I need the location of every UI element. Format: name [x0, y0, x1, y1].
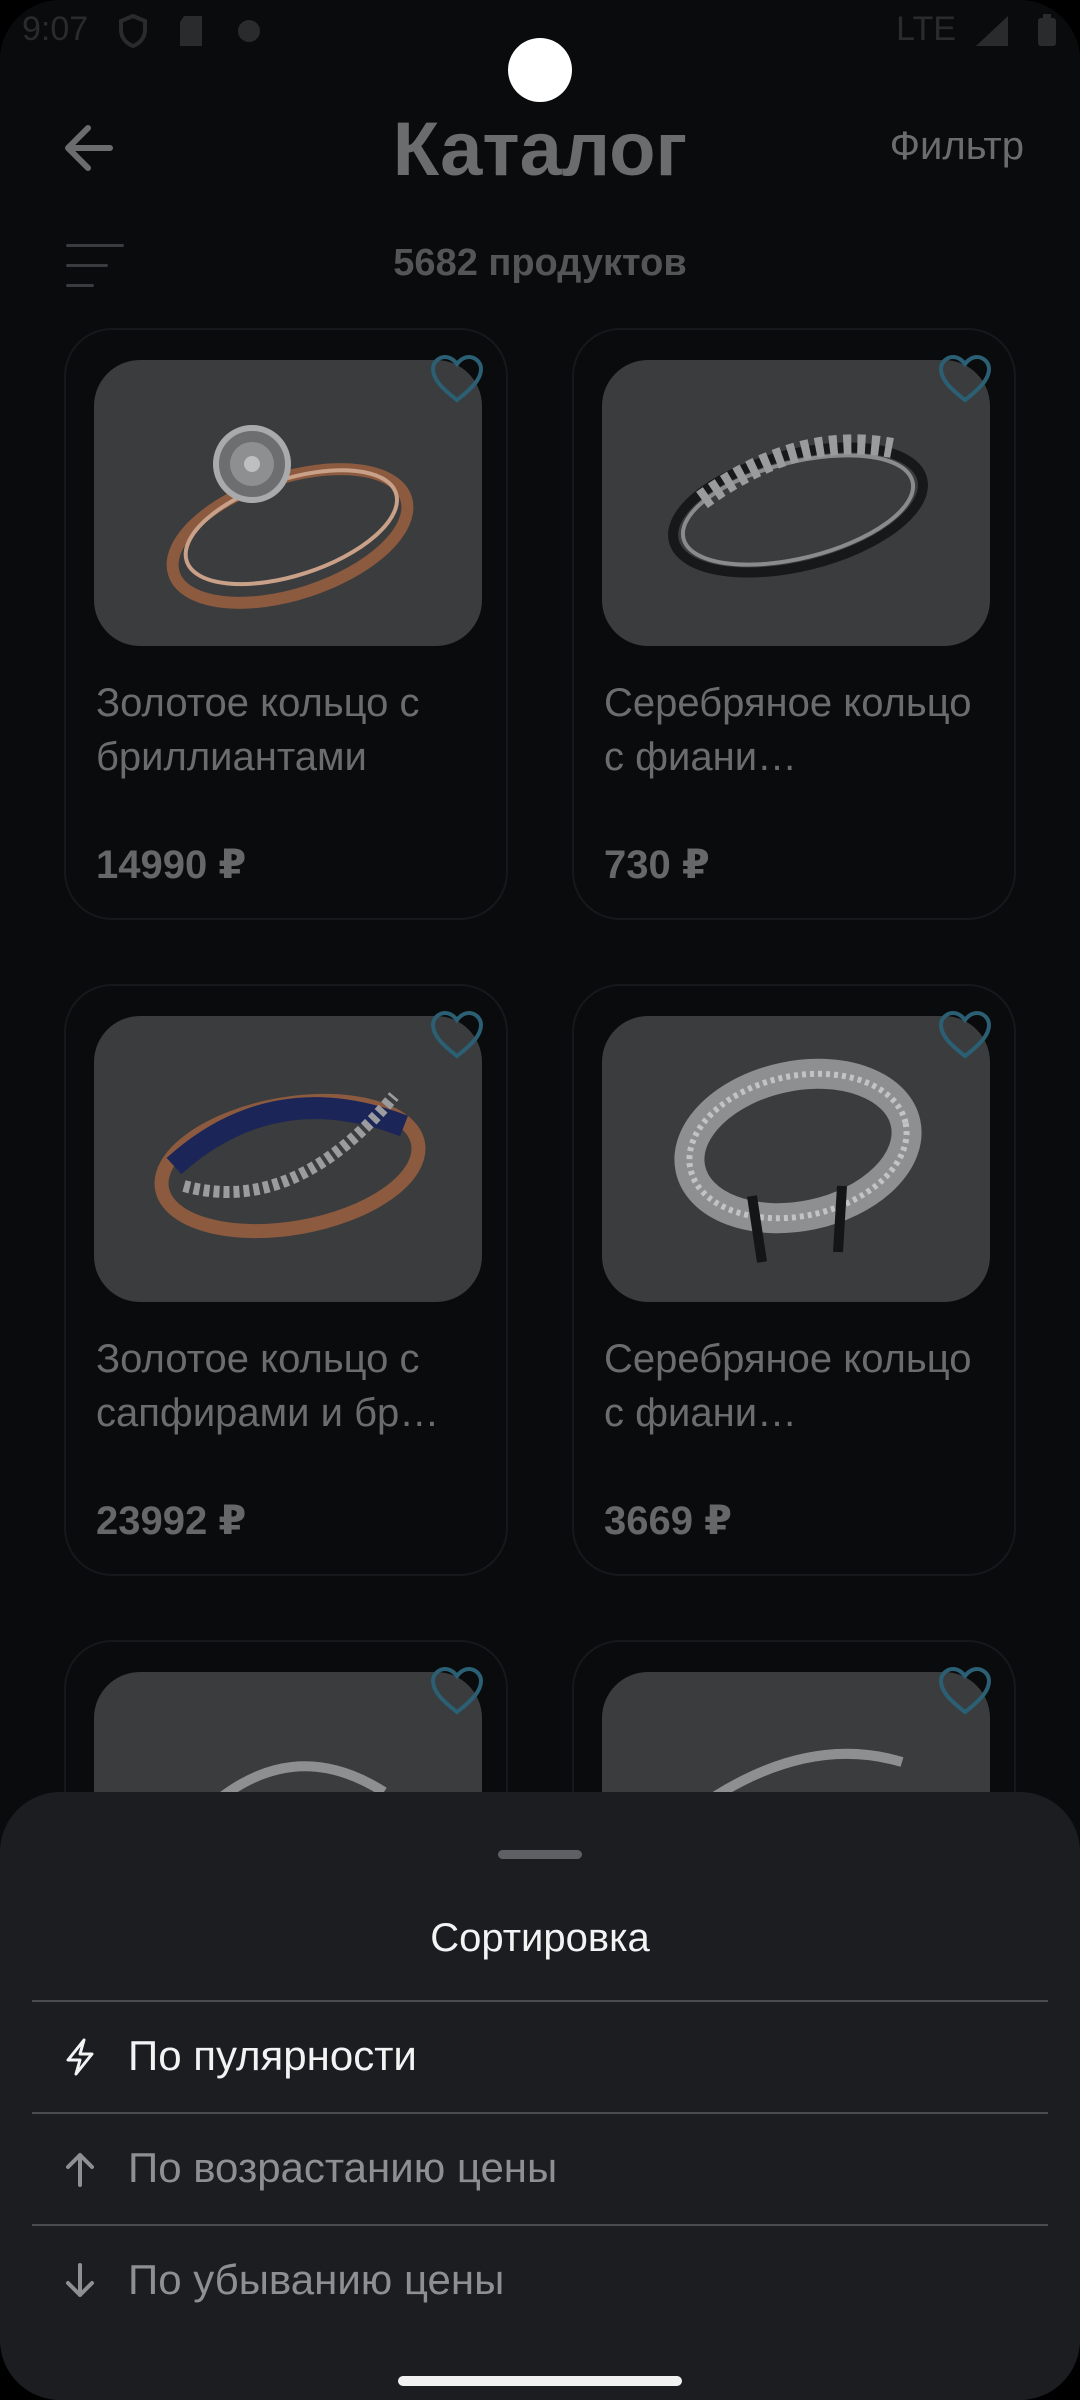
favorite-heart-icon[interactable]	[938, 1666, 992, 1716]
silver-ring-wide-image	[674, 1058, 922, 1263]
sort-option-price-asc[interactable]: По возрастанию цены	[32, 2114, 1048, 2224]
sim-card-icon	[180, 16, 202, 46]
shield-icon	[119, 14, 147, 48]
sheet-title: Сортировка	[430, 1916, 650, 1960]
filter-button[interactable]: Фильтр	[890, 124, 1024, 169]
favorite-heart-icon[interactable]	[938, 1010, 992, 1060]
favorite-heart-icon[interactable]	[430, 1666, 484, 1716]
product-card[interactable]: Золотое кольцо с сапфирами и бр… 23992 ₽	[64, 984, 508, 1576]
status-time: 9:07	[22, 10, 89, 48]
silver-ring-cubic-zirconia-image	[668, 434, 928, 578]
product-card[interactable]: Золотое кольцо с бриллиантами 14990 ₽	[64, 328, 508, 920]
sort-option-label: По убыванию цены	[128, 2256, 505, 2303]
lightning-icon	[66, 2038, 94, 2076]
product-card[interactable]: Серебряное кольцо с фиани… 3669 ₽	[572, 984, 1016, 1576]
product-name: Золотое кольцо с сапфирами и бр…	[96, 1337, 440, 1435]
product-name: Серебряное кольцо с фиани…	[604, 1337, 972, 1435]
product-name: Золотое кольцо с бриллиантами	[96, 681, 420, 779]
product-price: 23992 ₽	[96, 1499, 247, 1543]
sort-option-price-desc[interactable]: По убыванию цены	[32, 2226, 1048, 2336]
favorite-heart-icon[interactable]	[430, 354, 484, 404]
drag-handle[interactable]	[498, 1850, 582, 1859]
settings-icon	[238, 20, 260, 42]
product-image	[602, 1016, 990, 1302]
battery-icon	[1038, 14, 1056, 46]
sort-option-popularity[interactable]: По пулярности	[32, 2002, 1048, 2112]
favorite-heart-icon[interactable]	[430, 1010, 484, 1060]
front-camera	[508, 38, 572, 102]
sort-option-label: По возрастанию цены	[128, 2144, 558, 2191]
product-image	[602, 360, 990, 646]
home-indicator[interactable]	[398, 2376, 682, 2386]
gold-ring-diamonds-image	[166, 425, 414, 609]
favorite-heart-icon[interactable]	[938, 354, 992, 404]
signal-icon	[976, 16, 1008, 46]
product-image	[94, 1016, 482, 1302]
sort-option-label: По пулярности	[128, 2032, 417, 2079]
sort-bottom-sheet: Сортировка По пулярности По возрастанию …	[0, 1792, 1080, 2400]
product-price: 730 ₽	[604, 843, 710, 887]
screen: 9:07 LTE Каталог Фильтр 5682 продуктов З…	[0, 0, 1080, 2400]
product-image	[94, 360, 482, 646]
arrow-up-icon	[66, 2153, 94, 2187]
arrow-down-icon	[66, 2263, 94, 2297]
network-type: LTE	[896, 10, 956, 48]
gold-ring-sapphires-image	[154, 1092, 426, 1239]
product-name: Серебряное кольцо с фиани…	[604, 681, 972, 779]
product-card[interactable]: Серебряное кольцо с фиани… 730 ₽	[572, 328, 1016, 920]
product-price: 14990 ₽	[96, 843, 247, 887]
product-price: 3669 ₽	[604, 1499, 732, 1543]
product-count: 5682 продуктов	[393, 242, 687, 284]
